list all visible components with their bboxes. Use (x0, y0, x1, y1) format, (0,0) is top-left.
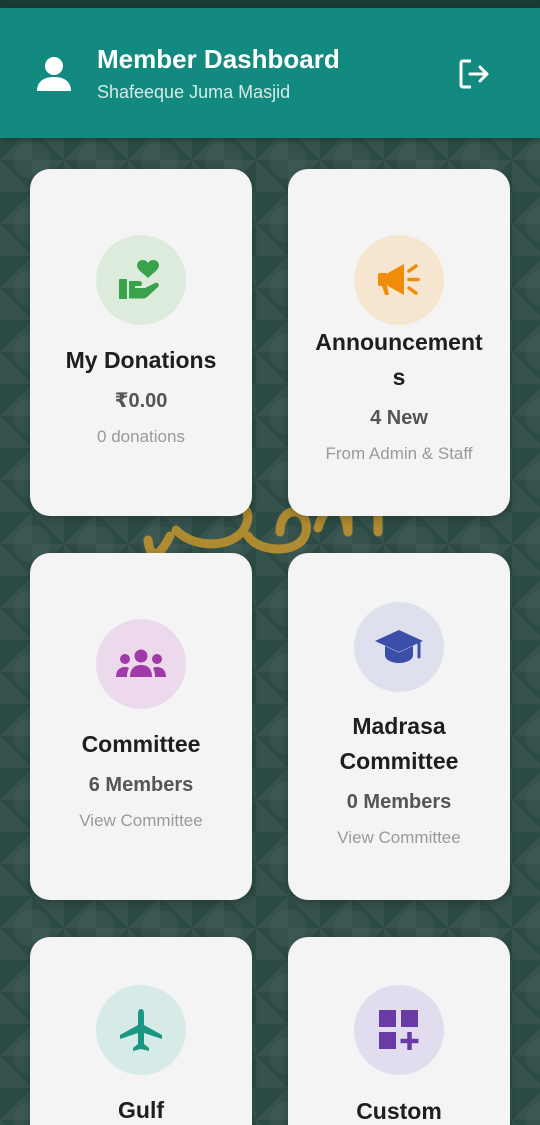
gulf-card[interactable]: Gulf (30, 937, 252, 1125)
megaphone-icon (378, 264, 420, 295)
card-label-line1: Madrasa (352, 713, 446, 739)
announcement-icon-circle (354, 235, 444, 325)
card-label: Madrasa Committee (298, 709, 500, 779)
status-strip (0, 0, 540, 8)
custom-card[interactable]: Custom (288, 937, 510, 1125)
page-title: Member Dashboard (97, 44, 340, 74)
masjid-name: Shafeeque Juma Masjid (97, 82, 291, 102)
card-label-line2: s (392, 364, 406, 390)
card-label: Announcement s (298, 325, 500, 395)
card-label: Committee (81, 731, 201, 757)
donation-count: 0 donations (97, 427, 185, 446)
madrasa-committee-card[interactable]: Madrasa Committee 0 Members View Committ… (288, 553, 510, 900)
my-donations-card[interactable]: My Donations ₹0.00 0 donations (30, 169, 252, 516)
card-label: Custom (356, 1098, 442, 1124)
view-committee-link[interactable]: View Committee (292, 826, 506, 850)
card-label: My Donations (65, 347, 217, 373)
announcements-card[interactable]: Announcement s 4 New From Admin & Staff (288, 169, 510, 516)
logout-icon (459, 59, 489, 89)
committee-card[interactable]: Committee 6 Members View Committee (30, 553, 252, 900)
custom-icon-circle (354, 985, 444, 1075)
dashboard-add-icon (379, 1010, 419, 1050)
madrasa-member-count: 0 Members (346, 791, 452, 813)
announcement-count: 4 New (370, 407, 428, 429)
donation-total: ₹0.00 (114, 390, 168, 412)
card-label-line1: Announcement (315, 329, 483, 355)
card-label-line2: Committee (339, 748, 459, 774)
app-bar: Member Dashboard Shafeeque Juma Masjid (0, 8, 540, 138)
header-titles: Member Dashboard Shafeeque Juma Masjid (97, 42, 340, 106)
group-icon (116, 649, 166, 677)
donation-hand-heart-icon (119, 260, 159, 299)
announcement-source: From Admin & Staff (325, 444, 473, 463)
committee-member-count: 6 Members (88, 774, 194, 796)
donation-icon-circle (96, 235, 186, 325)
view-committee-link[interactable]: View Committee (34, 809, 248, 833)
logout-button[interactable] (454, 54, 494, 94)
gulf-icon-circle (96, 985, 186, 1075)
committee-icon-circle (96, 619, 186, 709)
airplane-icon (120, 1009, 162, 1051)
madrasa-icon-circle (354, 602, 444, 692)
card-label: Gulf (118, 1097, 164, 1123)
person-icon[interactable] (34, 54, 74, 94)
graduation-cap-icon (375, 630, 423, 663)
